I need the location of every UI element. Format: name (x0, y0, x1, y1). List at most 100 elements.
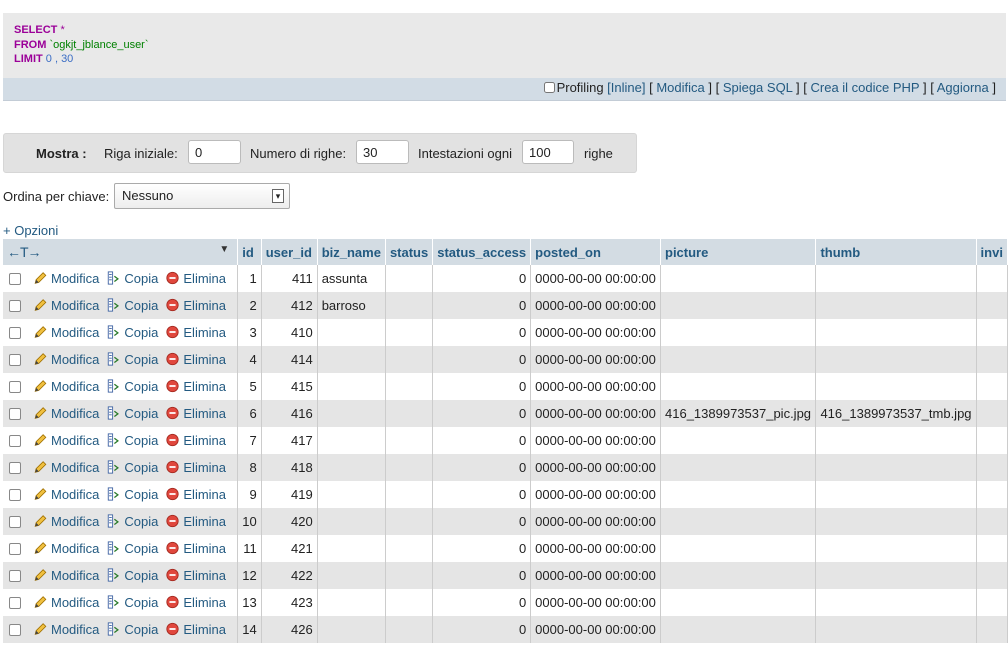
cell-posted-on[interactable]: 0000-00-00 00:00:00 (530, 319, 661, 346)
column-header-biz-name[interactable]: biz_name (317, 239, 386, 265)
edit-button[interactable]: Modifica (33, 271, 99, 286)
cell-status-access[interactable]: 0 (432, 346, 532, 373)
row-checkbox[interactable] (9, 327, 21, 339)
row-checkbox[interactable] (9, 354, 21, 366)
cell-picture[interactable] (660, 346, 817, 373)
delete-button[interactable]: Elimina (165, 460, 226, 475)
delete-button[interactable]: Elimina (165, 595, 226, 610)
edit-button[interactable]: Modifica (33, 325, 99, 340)
cell-id[interactable]: 3 (237, 319, 262, 346)
cell-biz-name[interactable] (317, 319, 386, 346)
cell-posted-on[interactable]: 0000-00-00 00:00:00 (530, 265, 661, 292)
cell-picture[interactable] (660, 265, 817, 292)
cell-status-access[interactable]: 0 (432, 400, 532, 427)
cell-biz-name[interactable] (317, 346, 386, 373)
cell-thumb[interactable] (815, 616, 977, 643)
cell-status[interactable] (385, 535, 434, 562)
copy-button[interactable]: Copia (106, 622, 158, 637)
cell-id[interactable]: 1 (237, 265, 262, 292)
cell-user-id[interactable]: 422 (261, 562, 318, 589)
column-header-posted-on[interactable]: posted_on (530, 239, 661, 265)
cell-invi[interactable] (976, 508, 1008, 535)
cell-invi[interactable] (976, 400, 1008, 427)
delete-button[interactable]: Elimina (165, 406, 226, 421)
cell-thumb[interactable] (815, 427, 977, 454)
edit-button[interactable]: Modifica (33, 541, 99, 556)
column-header-picture[interactable]: picture (660, 239, 817, 265)
cell-status-access[interactable]: 0 (432, 508, 532, 535)
cell-status-access[interactable]: 0 (432, 454, 532, 481)
column-arrows[interactable]: ←T→ (7, 244, 42, 260)
cell-id[interactable]: 6 (237, 400, 262, 427)
edit-button[interactable]: Modifica (33, 433, 99, 448)
cell-user-id[interactable]: 416 (261, 400, 318, 427)
cell-invi[interactable] (976, 292, 1008, 319)
row-checkbox[interactable] (9, 489, 21, 501)
copy-button[interactable]: Copia (106, 379, 158, 394)
copy-button[interactable]: Copia (106, 271, 158, 286)
delete-button[interactable]: Elimina (165, 325, 226, 340)
cell-user-id[interactable]: 419 (261, 481, 318, 508)
cell-status[interactable] (385, 508, 434, 535)
delete-button[interactable]: Elimina (165, 298, 226, 313)
inline-link[interactable]: [Inline] (607, 80, 645, 95)
cell-id[interactable]: 9 (237, 481, 262, 508)
cell-invi[interactable] (976, 265, 1008, 292)
cell-picture[interactable] (660, 616, 817, 643)
cell-status-access[interactable]: 0 (432, 616, 532, 643)
cell-thumb[interactable] (815, 562, 977, 589)
cell-posted-on[interactable]: 0000-00-00 00:00:00 (530, 454, 661, 481)
numero-righe-input[interactable]: 30 (356, 140, 409, 164)
delete-button[interactable]: Elimina (165, 487, 226, 502)
cell-biz-name[interactable] (317, 400, 386, 427)
cell-user-id[interactable]: 414 (261, 346, 318, 373)
intestazioni-input[interactable]: 100 (522, 140, 574, 164)
cell-thumb[interactable] (815, 346, 977, 373)
cell-id[interactable]: 2 (237, 292, 262, 319)
cell-status[interactable] (385, 373, 434, 400)
cell-thumb[interactable] (815, 589, 977, 616)
edit-button[interactable]: Modifica (33, 622, 99, 637)
cell-thumb[interactable] (815, 292, 977, 319)
copy-button[interactable]: Copia (106, 541, 158, 556)
column-arrows-header[interactable]: ←T→ ▼ (3, 239, 239, 265)
cell-biz-name[interactable] (317, 562, 386, 589)
cell-posted-on[interactable]: 0000-00-00 00:00:00 (530, 346, 661, 373)
cell-status[interactable] (385, 616, 434, 643)
cell-biz-name[interactable] (317, 508, 386, 535)
cell-picture[interactable] (660, 562, 817, 589)
cell-status-access[interactable]: 0 (432, 265, 532, 292)
cell-status[interactable] (385, 481, 434, 508)
cell-thumb[interactable] (815, 319, 977, 346)
cell-status-access[interactable]: 0 (432, 481, 532, 508)
row-checkbox[interactable] (9, 570, 21, 582)
copy-button[interactable]: Copia (106, 460, 158, 475)
cell-biz-name[interactable] (317, 589, 386, 616)
cell-user-id[interactable]: 423 (261, 589, 318, 616)
crea-codice-php-link[interactable]: Crea il codice PHP (811, 80, 920, 95)
cell-status[interactable] (385, 319, 434, 346)
delete-button[interactable]: Elimina (165, 568, 226, 583)
cell-id[interactable]: 11 (237, 535, 262, 562)
cell-user-id[interactable]: 411 (261, 265, 318, 292)
cell-status[interactable] (385, 265, 434, 292)
edit-button[interactable]: Modifica (33, 514, 99, 529)
column-header-id[interactable]: id (237, 239, 262, 265)
copy-button[interactable]: Copia (106, 433, 158, 448)
cell-status[interactable] (385, 562, 434, 589)
cell-biz-name[interactable]: assunta (317, 265, 386, 292)
spiega-sql-link[interactable]: Spiega SQL (723, 80, 793, 95)
cell-picture[interactable] (660, 589, 817, 616)
cell-thumb[interactable] (815, 373, 977, 400)
cell-biz-name[interactable]: barroso (317, 292, 386, 319)
cell-thumb[interactable] (815, 481, 977, 508)
cell-status[interactable] (385, 454, 434, 481)
cell-id[interactable]: 12 (237, 562, 262, 589)
cell-user-id[interactable]: 415 (261, 373, 318, 400)
edit-button[interactable]: Modifica (33, 595, 99, 610)
cell-posted-on[interactable]: 0000-00-00 00:00:00 (530, 616, 661, 643)
row-checkbox[interactable] (9, 543, 21, 555)
row-checkbox[interactable] (9, 624, 21, 636)
cell-thumb[interactable] (815, 265, 977, 292)
column-header-user-id[interactable]: user_id (261, 239, 318, 265)
